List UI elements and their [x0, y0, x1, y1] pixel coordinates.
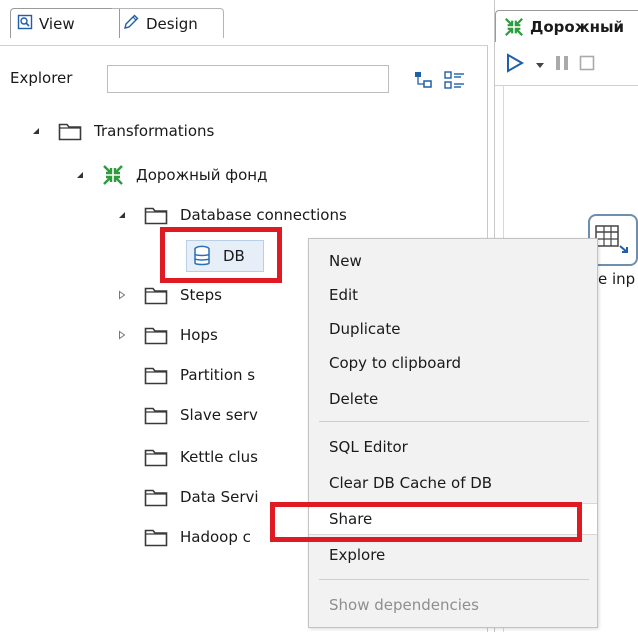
- database-icon: [194, 245, 210, 266]
- explorer-bar: Explorer: [0, 60, 488, 100]
- play-icon[interactable]: [505, 52, 525, 77]
- editor-tab-title: Дорожный: [530, 17, 625, 36]
- pencil-icon: [122, 13, 140, 35]
- tree-node-db[interactable]: DB: [186, 240, 264, 272]
- menu-item-new[interactable]: New: [309, 245, 597, 277]
- folder-icon: [144, 287, 168, 305]
- tree-label-data-services: Data Servi: [180, 488, 259, 506]
- pause-icon[interactable]: [555, 54, 569, 76]
- perspective-tabbar: View Design: [0, 0, 488, 46]
- list-icon[interactable]: [444, 70, 466, 90]
- menu-item-clear-db-cache[interactable]: Clear DB Cache of DB: [309, 467, 597, 499]
- tab-design-label: Design: [146, 14, 198, 33]
- expanded-arrow-icon[interactable]: [74, 169, 86, 181]
- tree-label-transformation: Дорожный фонд: [136, 166, 268, 184]
- expanded-arrow-icon[interactable]: [30, 125, 42, 137]
- collapse-all-icon[interactable]: [413, 70, 435, 90]
- tree-label-db: DB: [223, 247, 245, 265]
- tree-label-hadoop: Hadoop c: [180, 528, 251, 546]
- explorer-search-input[interactable]: [107, 65, 389, 93]
- tab-design[interactable]: Design: [112, 8, 224, 38]
- transformation-icon: [505, 17, 523, 36]
- tree-node-slave-servers[interactable]: Slave serv: [144, 400, 258, 430]
- menu-item-explore[interactable]: Explore: [309, 539, 597, 571]
- tree-node-steps[interactable]: Steps: [116, 280, 222, 310]
- tree-node-kettle-cluster[interactable]: Kettle clus: [144, 442, 258, 472]
- chevron-down-icon[interactable]: [535, 56, 545, 74]
- tree-label-partition: Partition s: [180, 366, 256, 384]
- explorer-label: Explorer: [10, 69, 73, 87]
- tree-label-hops: Hops: [180, 326, 218, 344]
- folder-icon: [144, 407, 168, 425]
- transformation-icon: [103, 165, 123, 185]
- menu-item-show-dependencies[interactable]: Show dependencies: [309, 589, 597, 621]
- tree-node-partition-schemas[interactable]: Partition s: [144, 360, 255, 390]
- folder-icon: [144, 449, 168, 467]
- menu-item-sql-editor[interactable]: SQL Editor: [309, 431, 597, 463]
- tree-label-database-connections: Database connections: [180, 206, 347, 224]
- tree-label-slave: Slave serv: [180, 406, 258, 424]
- tree-label-transformations: Transformations: [94, 122, 215, 140]
- menu-item-edit[interactable]: Edit: [309, 279, 597, 311]
- stop-icon[interactable]: [579, 54, 595, 76]
- tree-node-data-services[interactable]: Data Servi: [144, 482, 259, 512]
- step-label: e inp: [598, 270, 636, 288]
- expanded-arrow-icon[interactable]: [116, 209, 128, 221]
- menu-separator: [319, 579, 589, 580]
- folder-icon: [144, 207, 168, 225]
- menu-item-copy-to-clipboard[interactable]: Copy to clipboard: [309, 347, 597, 379]
- tree-node-hops[interactable]: Hops: [116, 320, 218, 350]
- tab-view[interactable]: View: [10, 8, 120, 38]
- view-tab-icon: [17, 14, 33, 34]
- tree-node-database-connections[interactable]: Database connections: [116, 200, 347, 230]
- folder-icon: [144, 489, 168, 507]
- context-menu: New Edit Duplicate Copy to clipboard Del…: [308, 238, 598, 628]
- folder-icon: [144, 529, 168, 547]
- tab-view-label: View: [39, 14, 75, 33]
- tree-node-transformations[interactable]: Transformations: [30, 116, 214, 146]
- folder-icon: [58, 123, 82, 141]
- menu-item-share[interactable]: Share: [309, 503, 597, 535]
- collapsed-arrow-icon[interactable]: [116, 289, 128, 301]
- menu-separator: [319, 421, 589, 422]
- tree-node-transformation[interactable]: Дорожный фонд: [74, 160, 267, 190]
- tree-label-steps: Steps: [180, 286, 222, 304]
- folder-icon: [144, 367, 168, 385]
- collapsed-arrow-icon[interactable]: [116, 329, 128, 341]
- tab-transformation-editor[interactable]: Дорожный: [495, 10, 638, 42]
- tree-node-hadoop-clusters[interactable]: Hadoop c: [144, 522, 251, 552]
- editor-toolbar: [495, 44, 638, 86]
- folder-icon: [144, 327, 168, 345]
- menu-item-duplicate[interactable]: Duplicate: [309, 313, 597, 345]
- menu-item-delete[interactable]: Delete: [309, 383, 597, 415]
- tree-label-kettle: Kettle clus: [180, 448, 258, 466]
